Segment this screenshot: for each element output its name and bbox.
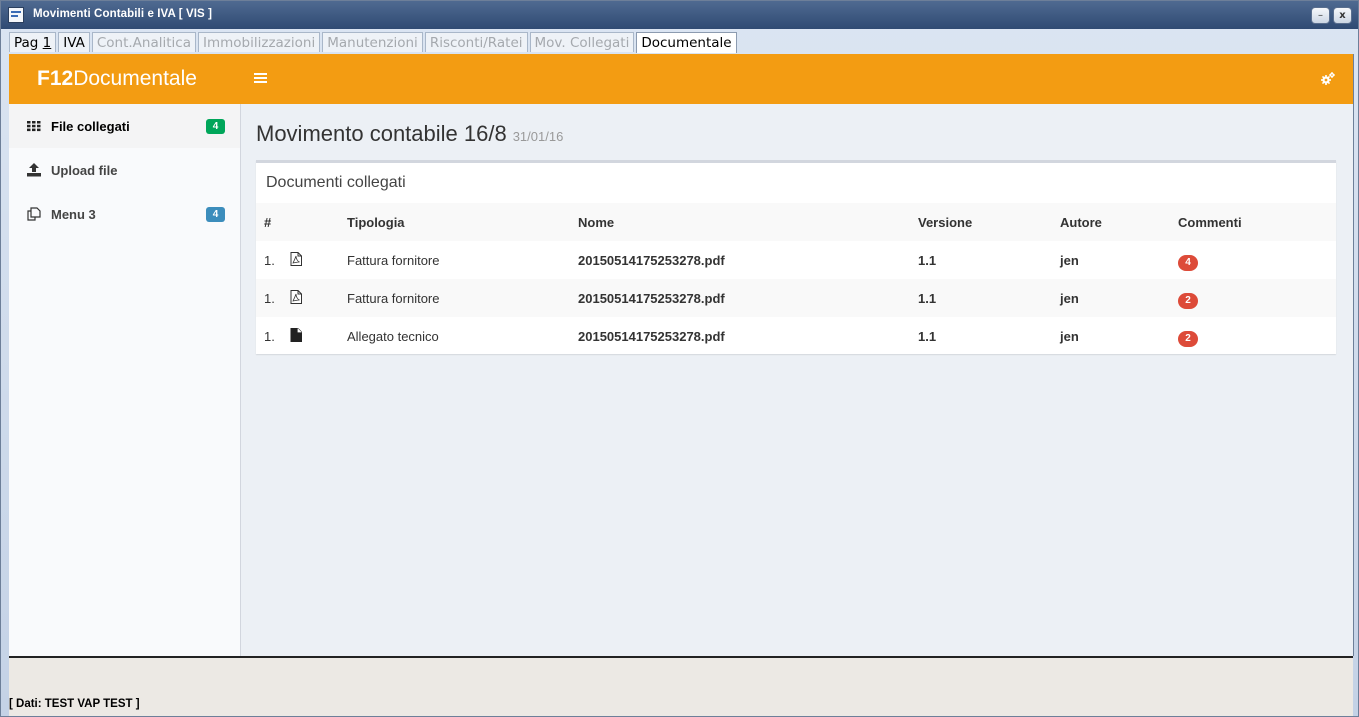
sidebar-item-upload-file[interactable]: Upload file xyxy=(9,148,240,192)
logo-text: Documentale xyxy=(73,67,197,90)
comments-cell: 4 xyxy=(1178,253,1198,271)
column-header-tipologia[interactable]: Tipologia xyxy=(347,215,405,230)
column-header-nome[interactable]: Nome xyxy=(578,215,614,230)
application-window: Movimenti Contabili e IVA [ VIS ] – x Pa… xyxy=(0,0,1359,717)
file-icon[interactable] xyxy=(290,328,302,342)
tab-iva[interactable]: IVA xyxy=(58,32,90,52)
document-version: 1.1 xyxy=(918,253,937,268)
sidebar-item-menu-3[interactable]: Menu 3 4 xyxy=(9,192,240,236)
sidebar-item-label: File collegati xyxy=(51,119,130,134)
document-type: Fattura fornitore xyxy=(347,253,440,268)
document-version: 1.1 xyxy=(918,329,937,344)
sidebar-item-file-collegati[interactable]: File collegati 4 xyxy=(9,104,240,148)
tab-risconti-ratei[interactable]: Risconti/Ratei xyxy=(424,32,528,52)
file-pdf-icon[interactable] xyxy=(290,252,302,266)
tab-label-mnemonic: 1 xyxy=(42,35,52,51)
status-text: [ Dati: TEST VAP TEST ] xyxy=(9,698,140,710)
app-logo[interactable]: F12Documentale xyxy=(37,67,197,91)
file-pdf-icon[interactable] xyxy=(290,290,302,304)
box-title: Documenti collegati xyxy=(266,174,406,191)
comments-badge[interactable]: 4 xyxy=(1178,255,1198,271)
table-row[interactable]: 1. Fattura fornitore 20150514175253278.p… xyxy=(256,279,1336,317)
comments-cell: 2 xyxy=(1178,291,1198,309)
document-author: jen xyxy=(1060,329,1079,344)
documents-box: Documenti collegati # Tipologia Nome Ver… xyxy=(256,160,1336,354)
row-number: 1. xyxy=(264,291,275,306)
sidebar-item-label: Upload file xyxy=(51,163,118,178)
copy-icon xyxy=(27,207,41,221)
top-navbar: F12Documentale xyxy=(9,54,1353,104)
logo-bold: F12 xyxy=(37,67,74,90)
column-header-autore[interactable]: Autore xyxy=(1060,215,1102,230)
tab-strip: Pag 1 IVA Cont.Analitica Immobilizzazion… xyxy=(9,32,739,53)
table-row[interactable]: 1. Allegato tecnico 20150514175253278.pd… xyxy=(256,317,1336,355)
tab-immobilizzazioni[interactable]: Immobilizzazioni xyxy=(198,32,321,52)
minimize-button[interactable]: – xyxy=(1311,7,1330,24)
document-author: jen xyxy=(1060,291,1079,306)
app-icon xyxy=(8,7,24,23)
count-badge: 4 xyxy=(206,207,225,222)
tab-label: Pag xyxy=(14,35,43,51)
column-header-num[interactable]: # xyxy=(264,215,271,230)
sidebar-item-label: Menu 3 xyxy=(51,207,96,222)
document-version: 1.1 xyxy=(918,291,937,306)
document-panel: F12Documentale File collegati 4 Upload f… xyxy=(9,54,1354,656)
title-bar[interactable]: Movimenti Contabili e IVA [ VIS ] – x xyxy=(1,1,1358,29)
menu-toggle-icon[interactable] xyxy=(254,72,267,84)
close-button[interactable]: x xyxy=(1333,7,1352,24)
column-header-versione[interactable]: Versione xyxy=(918,215,972,230)
upload-icon xyxy=(27,163,41,177)
comments-badge[interactable]: 2 xyxy=(1178,293,1198,309)
table-header: # Tipologia Nome Versione Autore Comment… xyxy=(256,203,1336,241)
tab-documentale[interactable]: Documentale xyxy=(636,32,737,53)
tab-pag-1[interactable]: Pag 1 xyxy=(9,32,57,52)
grid-icon xyxy=(27,121,41,132)
table-row[interactable]: 1. Fattura fornitore 20150514175253278.p… xyxy=(256,241,1336,279)
document-name[interactable]: 20150514175253278.pdf xyxy=(578,253,725,268)
comments-cell: 2 xyxy=(1178,329,1198,347)
count-badge: 4 xyxy=(206,119,225,134)
row-number: 1. xyxy=(264,253,275,268)
gears-icon[interactable] xyxy=(1320,71,1336,87)
status-bar: [ Dati: TEST VAP TEST ] xyxy=(9,656,1353,716)
document-name[interactable]: 20150514175253278.pdf xyxy=(578,329,725,344)
document-author: jen xyxy=(1060,253,1079,268)
page-title: Movimento contabile 16/8 31/01/16 xyxy=(256,121,563,147)
sidebar: File collegati 4 Upload file Menu 3 4 xyxy=(9,104,241,656)
tab-manutenzioni[interactable]: Manutenzioni xyxy=(322,32,423,52)
document-type: Allegato tecnico xyxy=(347,329,439,344)
row-number: 1. xyxy=(264,329,275,344)
column-header-commenti[interactable]: Commenti xyxy=(1178,215,1242,230)
comments-badge[interactable]: 2 xyxy=(1178,331,1198,347)
window-title: Movimenti Contabili e IVA [ VIS ] xyxy=(33,8,213,20)
page-date: 31/01/16 xyxy=(512,129,564,144)
document-type: Fattura fornitore xyxy=(347,291,440,306)
tab-mov-collegati[interactable]: Mov. Collegati xyxy=(529,32,635,52)
page-title-text: Movimento contabile 16/8 xyxy=(256,121,507,146)
tab-cont-analitica[interactable]: Cont.Analitica xyxy=(91,32,196,52)
document-name[interactable]: 20150514175253278.pdf xyxy=(578,291,725,306)
